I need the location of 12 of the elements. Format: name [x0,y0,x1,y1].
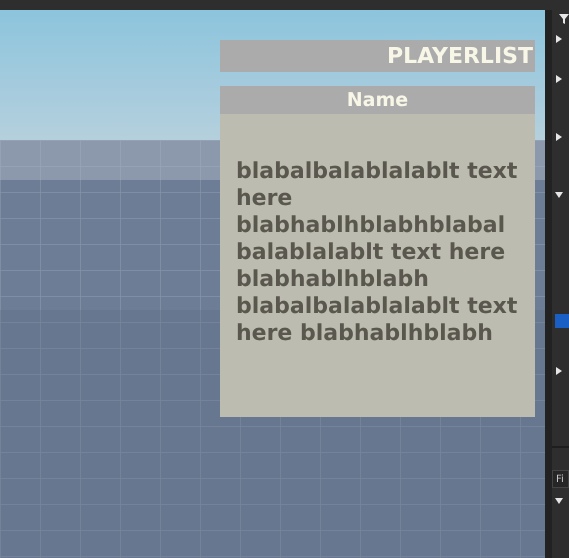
filter-input[interactable]: Fi [556,472,568,486]
caret-right-icon[interactable] [555,133,563,141]
caret-right-icon[interactable] [555,367,563,375]
column-label: Name [346,88,408,113]
caret-right-icon[interactable] [555,35,563,43]
filter-field[interactable]: Fi [552,470,569,488]
caret-down-icon[interactable] [555,497,563,505]
body-text: blabalbalablalablt text here blabhablhblabhblabalbalablalablt text here blabhablhblabh blabalbalablalablt text here blabhablhblabh [236,158,518,347]
caret-right-icon[interactable] [555,75,563,83]
filter-icon[interactable] [559,14,569,24]
gui-title: PLAYERLIST [386,42,533,70]
caret-down-icon[interactable] [555,191,563,199]
